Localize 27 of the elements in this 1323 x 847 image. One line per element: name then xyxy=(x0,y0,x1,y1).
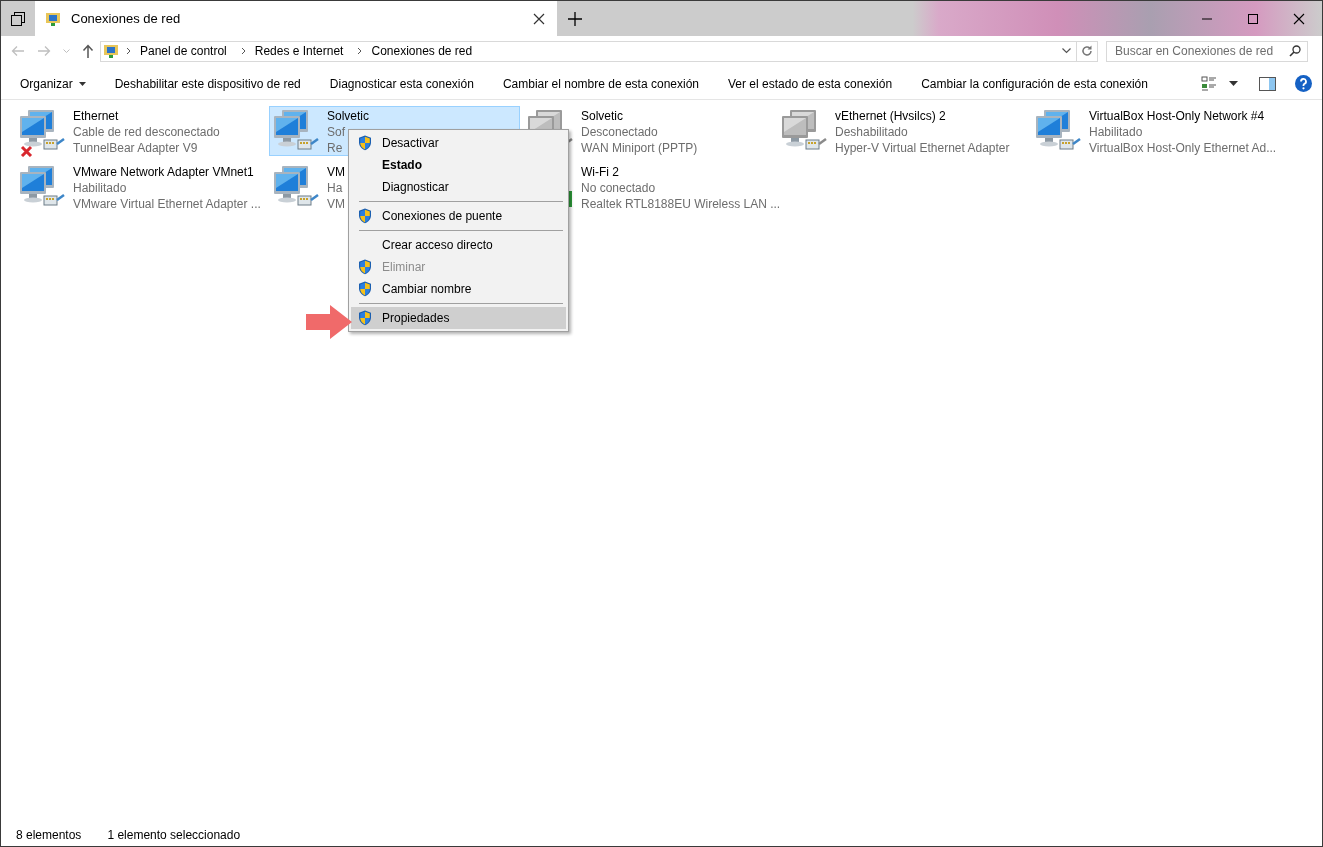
connection-name: Solvetic xyxy=(327,108,370,124)
connection-name: VM xyxy=(327,164,345,180)
tab-title: Conexiones de red xyxy=(71,11,182,26)
item-count: 8 elementos xyxy=(16,828,82,842)
adapter-name: Hyper-V Virtual Ethernet Adapter xyxy=(835,140,1010,156)
connection-status: Ha xyxy=(327,180,344,196)
selection-count: 1 elemento seleccionado xyxy=(107,828,241,842)
adapter-name: VMware Virtual Ethernet Adapter ... xyxy=(73,196,261,212)
connection-name: Wi-Fi 2 xyxy=(581,164,620,180)
connection-status: Sof xyxy=(327,124,346,140)
adapter-name: VM xyxy=(327,196,345,212)
connection-status: Deshabilitado xyxy=(835,124,909,140)
adapter-name: TunnelBear Adapter V9 xyxy=(73,140,199,156)
connection-name: Solvetic xyxy=(581,108,625,124)
adapter-name: Re xyxy=(327,140,344,156)
connection-name: VirtualBox Host-Only Network #4 xyxy=(1089,108,1266,124)
adapter-name: VirtualBox Host-Only Ethernet Ad... xyxy=(1089,140,1277,156)
connection-status: Habilitado xyxy=(73,180,128,196)
connection-status: No conectado xyxy=(581,180,657,196)
connection-status: Cable de red desconectado xyxy=(73,124,220,140)
adapter-name: Realtek RTL8188EU Wireless LAN ... xyxy=(581,196,781,212)
connection-name: Ethernet xyxy=(73,108,120,124)
adapter-name: WAN Miniport (PPTP) xyxy=(581,140,698,156)
connection-status: Habilitado xyxy=(1089,124,1144,140)
connection-name: vEthernet (Hvsilcs) 2 xyxy=(835,108,947,124)
connection-name: VMware Network Adapter VMnet1 xyxy=(73,164,255,180)
connection-status: Desconectado xyxy=(581,124,659,140)
